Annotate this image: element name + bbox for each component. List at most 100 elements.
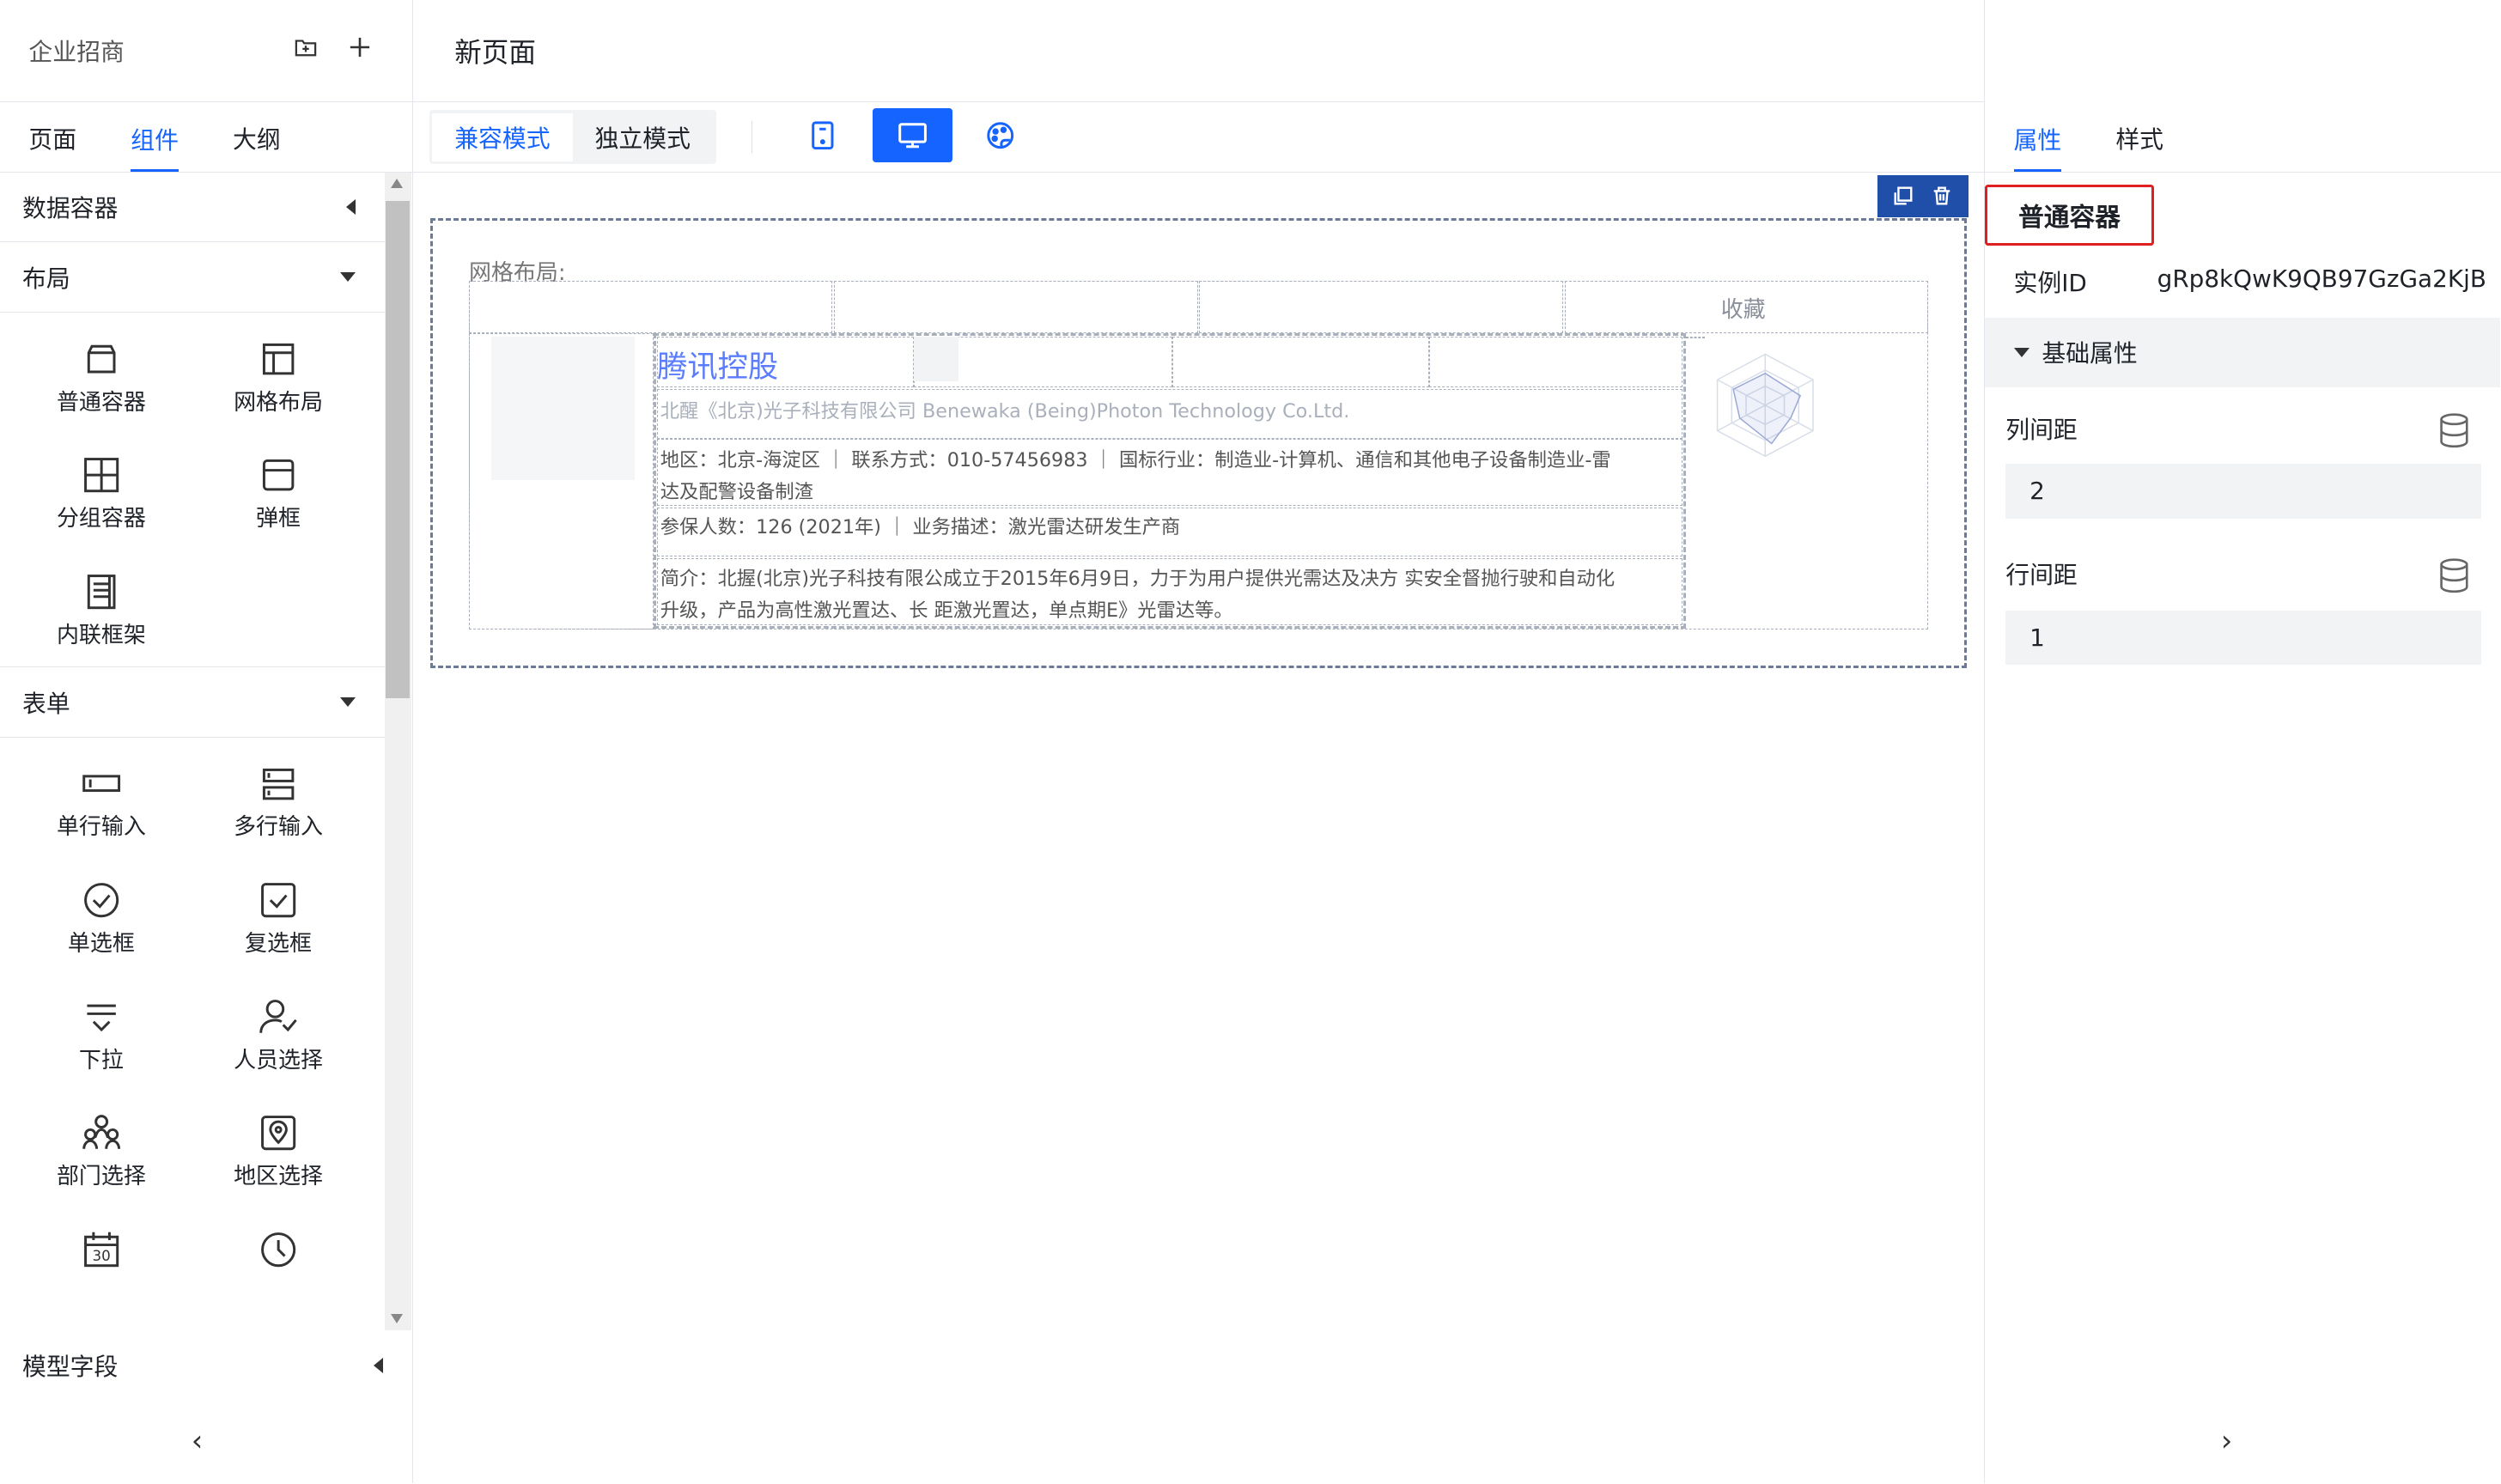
container-ops-bar xyxy=(1877,175,1969,217)
canvas-toolbar: 兼容模式 独立模式 xyxy=(412,102,1985,173)
section-label: 布局 xyxy=(21,264,70,293)
comp-single-input[interactable]: 单行输入 xyxy=(13,763,190,859)
comp-time[interactable] xyxy=(190,1229,367,1324)
iframe-icon xyxy=(87,574,116,609)
grid-cell[interactable] xyxy=(468,280,833,334)
comp-label: 部门选择 xyxy=(56,1164,146,1190)
palette-icon xyxy=(986,122,1013,149)
theme-button[interactable] xyxy=(960,108,1040,162)
add-folder-icon[interactable] xyxy=(295,35,317,65)
page-title: 新页面 xyxy=(454,37,536,69)
section-label: 模型字段 xyxy=(21,1352,119,1381)
design-canvas[interactable]: 网格布局: 收藏 腾讯控股 北醒《北京)光子科技有限公司 Benewaka (B… xyxy=(413,173,1984,1483)
add-page-icon[interactable] xyxy=(349,35,371,65)
section-form[interactable]: 表单 xyxy=(0,667,385,738)
staff-info: 参保人数：126 (2021年) ｜ 业务描述：激光雷达研发生产商 xyxy=(660,516,1181,539)
collect-label[interactable]: 收藏 xyxy=(1721,292,1766,324)
comp-checkbox[interactable]: 复选框 xyxy=(190,879,367,975)
company-name[interactable]: 腾讯控股 xyxy=(657,343,778,386)
intro-line-1: 简介：北握(北京)光子科技有限公成立于2015年6月9日，力于为用户提供光需达及… xyxy=(660,567,1616,590)
row-gap-label: 行间距 xyxy=(2005,561,2078,590)
comp-group-container[interactable]: 分组容器 xyxy=(13,454,190,550)
section-model-fields[interactable]: 模型字段 xyxy=(0,1336,411,1394)
col-gap-label: 列间距 xyxy=(2005,416,2078,445)
group-label: 基础属性 xyxy=(2042,339,2138,368)
comp-date[interactable]: 30 xyxy=(13,1229,190,1324)
grid-cell[interactable] xyxy=(1199,280,1563,334)
props-tabs: 属性 样式 xyxy=(1985,102,2501,173)
tab-properties[interactable]: 属性 xyxy=(2013,122,2062,172)
comp-label: 多行输入 xyxy=(234,814,323,841)
trash-icon[interactable] xyxy=(1931,185,1953,207)
palette-scrollbar[interactable] xyxy=(384,172,412,1330)
instance-id-value: gRp8kQwK9QB97GzGa2KjB xyxy=(2157,265,2486,294)
section-data-container[interactable]: 数据容器 xyxy=(0,173,385,243)
col-gap-input[interactable]: 2 xyxy=(2005,464,2481,519)
grid-cell xyxy=(1685,336,1706,338)
info-line-2: 达及配警设备制渣 xyxy=(660,481,813,504)
region-icon xyxy=(260,1116,296,1151)
comp-normal-container[interactable]: 普通容器 xyxy=(13,338,190,434)
scroll-thumb[interactable] xyxy=(386,200,411,699)
dropdown-icon xyxy=(87,1004,116,1031)
mobile-view-button[interactable] xyxy=(783,108,863,162)
section-layout[interactable]: 布局 xyxy=(0,242,385,313)
comp-multi-input[interactable]: 多行输入 xyxy=(190,763,367,859)
grid-cell[interactable] xyxy=(1428,336,1683,388)
checkbox-icon xyxy=(260,883,296,918)
info-line-1: 地区：北京-海淀区 ｜ 联系方式：010-57456983 ｜ 国标行业：制造业… xyxy=(660,449,1611,472)
comp-dept-select[interactable]: 部门选择 xyxy=(13,1112,190,1207)
tab-components[interactable]: 组件 xyxy=(131,122,179,172)
comp-label: 人员选择 xyxy=(234,1047,323,1073)
section-label: 数据容器 xyxy=(21,193,119,222)
group-basic-props[interactable]: 基础属性 xyxy=(1985,317,2500,388)
tab-pages[interactable]: 页面 xyxy=(28,121,76,172)
grid-cell[interactable] xyxy=(834,280,1198,334)
database-icon[interactable] xyxy=(2437,411,2472,450)
grid-cell[interactable] xyxy=(468,333,654,630)
database-icon[interactable] xyxy=(2437,556,2472,595)
comp-radio[interactable]: 单选框 xyxy=(13,879,190,975)
desktop-icon xyxy=(898,123,927,149)
scroll-down-icon[interactable] xyxy=(390,1314,403,1324)
multi-input-icon xyxy=(262,768,295,800)
desktop-view-button[interactable] xyxy=(872,108,952,163)
collapse-left-icon[interactable]: ‹ xyxy=(192,1424,203,1457)
comp-modal[interactable]: 弹框 xyxy=(190,454,367,550)
radar-chart xyxy=(1717,353,1815,457)
comp-label: 地区选择 xyxy=(234,1164,323,1190)
mode-switch: 兼容模式 独立模式 xyxy=(429,110,716,165)
mode-standalone[interactable]: 独立模式 xyxy=(573,113,713,161)
top-bar: 新页面 预览 取消 保存 xyxy=(412,0,2458,102)
comp-label: 普通容器 xyxy=(56,389,146,416)
caret-left-icon xyxy=(346,198,356,215)
scroll-up-icon[interactable] xyxy=(390,179,403,188)
copy-icon[interactable] xyxy=(1892,185,1914,207)
app-header: 企业招商 xyxy=(0,0,412,102)
comp-user-select[interactable]: 人员选择 xyxy=(190,996,367,1092)
tab-style[interactable]: 样式 xyxy=(2115,121,2163,172)
comp-iframe[interactable]: 内联框架 xyxy=(13,571,190,666)
caret-down-icon xyxy=(2013,347,2029,357)
tab-outline[interactable]: 大纲 xyxy=(233,121,281,172)
comp-label: 下拉 xyxy=(78,1047,124,1073)
row-gap-input[interactable]: 1 xyxy=(2005,611,2481,666)
grid-cell[interactable] xyxy=(1171,336,1429,388)
component-title: 普通容器 xyxy=(1985,185,2154,246)
container-icon xyxy=(87,344,116,374)
mode-compatible[interactable]: 兼容模式 xyxy=(432,113,573,161)
comp-label: 复选框 xyxy=(245,930,312,957)
collapse-right-icon[interactable]: › xyxy=(2221,1424,2232,1457)
user-select-icon xyxy=(259,999,297,1033)
comp-region-select[interactable]: 地区选择 xyxy=(190,1112,367,1207)
calendar-icon: 30 xyxy=(83,1232,119,1267)
modal-icon xyxy=(262,459,295,491)
mobile-icon xyxy=(812,121,834,150)
comp-label: 单选框 xyxy=(67,930,135,957)
left-panel: 企业招商 页面 组件 大纲 数据容器 布局 普通容器 网格布局 分组容器 弹框 … xyxy=(0,0,413,1483)
radio-icon xyxy=(83,883,119,918)
comp-label: 内联框架 xyxy=(56,622,146,648)
comp-grid-layout[interactable]: 网格布局 xyxy=(190,338,367,434)
form-components: 单行输入 多行输入 单选框 复选框 下拉 人员选择 部门选择 地区选择 30 xyxy=(0,738,385,1324)
comp-dropdown[interactable]: 下拉 xyxy=(13,996,190,1092)
